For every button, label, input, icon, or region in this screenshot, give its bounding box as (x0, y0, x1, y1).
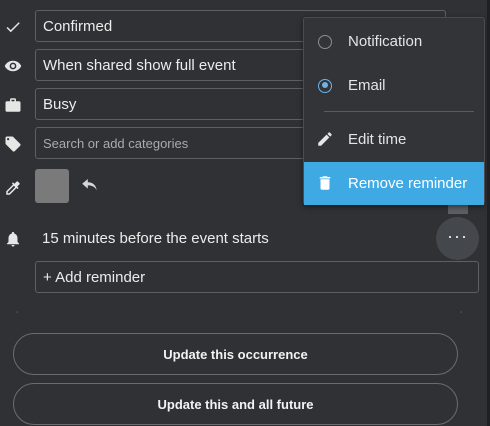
availability-value: Busy (43, 95, 77, 113)
update-occurrence-label: Update this occurrence (163, 346, 308, 362)
briefcase-icon (3, 95, 23, 115)
menu-item-label: Edit time (348, 131, 407, 148)
more-dots-icon: ··· (447, 225, 468, 246)
pencil-icon (316, 130, 336, 150)
menu-item-remove-reminder[interactable]: Remove reminder (304, 162, 484, 205)
tag-icon (3, 134, 23, 154)
eyedropper-icon (3, 178, 23, 198)
update-future-button[interactable]: Update this and all future (13, 383, 458, 425)
update-occurrence-button[interactable]: Update this occurrence (13, 333, 458, 375)
reminder-text: 15 minutes before the event starts (42, 230, 269, 247)
scroll-fade-mark: ˙ (16, 311, 20, 322)
add-reminder-button[interactable]: + Add reminder (35, 261, 479, 293)
scroll-fade-mark: ˙ (460, 311, 464, 322)
menu-item-edit-time[interactable]: Edit time (304, 118, 484, 161)
notification-radio[interactable] (318, 34, 332, 49)
color-swatch[interactable] (35, 169, 69, 203)
menu-divider (324, 111, 474, 112)
menu-item-label: Email (348, 77, 386, 94)
menu-item-label: Remove reminder (348, 175, 468, 192)
update-future-label: Update this and all future (157, 396, 314, 412)
top-edge (0, 0, 490, 6)
reminder-more-button[interactable]: ··· (436, 217, 479, 260)
menu-item-notification[interactable]: Notification (304, 20, 484, 63)
menu-item-label: Notification (348, 33, 423, 50)
add-reminder-label: + Add reminder (43, 268, 146, 286)
categories-placeholder: Search or add categories (43, 135, 189, 151)
visibility-value: When shared show full event (43, 56, 236, 74)
menu-item-email[interactable]: Email (304, 64, 484, 107)
check-icon (3, 17, 23, 37)
undo-icon[interactable] (81, 179, 101, 195)
reminder-menu: Notification Email Edit time Remove remi… (303, 17, 485, 205)
trash-icon (316, 174, 336, 194)
eye-icon (3, 56, 23, 76)
email-radio[interactable] (318, 78, 332, 93)
status-value: Confirmed (43, 17, 113, 35)
bell-icon (3, 229, 23, 249)
